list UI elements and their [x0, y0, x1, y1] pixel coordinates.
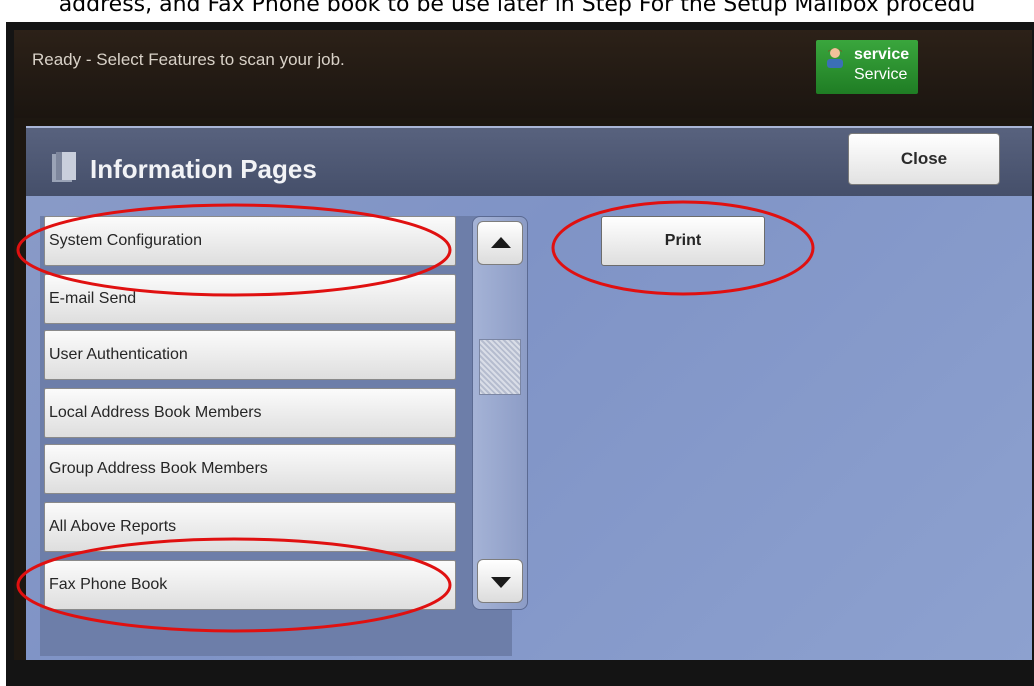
user-icon — [827, 48, 843, 68]
list-item-local-address-book[interactable]: Local Address Book Members — [44, 388, 456, 438]
page-title: Information Pages — [90, 154, 317, 184]
report-list: System Configuration E-mail Send User Au… — [40, 216, 528, 656]
list-item-fax-phone-book[interactable]: Fax Phone Book — [44, 560, 456, 610]
caption-text: address, and Fax Phone book to be use la… — [58, 0, 976, 17]
information-pages-panel: Information Pages Close System Configura… — [26, 126, 1032, 660]
touch-screen: Ready - Select Features to scan your job… — [14, 30, 1032, 660]
scroll-up-button[interactable] — [477, 221, 523, 265]
list-item-user-authentication[interactable]: User Authentication — [44, 330, 456, 380]
document-icon — [52, 152, 76, 182]
user-name: service — [854, 46, 910, 63]
arrow-up-icon — [491, 237, 511, 248]
status-message: Ready - Select Features to scan your job… — [32, 50, 345, 69]
scroll-down-button[interactable] — [477, 559, 523, 603]
list-item-email-send[interactable]: E-mail Send — [44, 274, 456, 324]
arrow-down-icon — [491, 577, 511, 588]
user-role: Service — [854, 66, 908, 83]
user-badge[interactable]: service Service — [816, 40, 918, 94]
print-button[interactable]: Print — [601, 216, 765, 266]
close-button[interactable]: Close — [848, 133, 1000, 185]
list-item-system-configuration[interactable]: System Configuration — [44, 216, 456, 266]
list-item-group-address-book[interactable]: Group Address Book Members — [44, 444, 456, 494]
panel-title-bar: Information Pages Close — [26, 128, 1032, 196]
status-bar: Ready - Select Features to scan your job… — [14, 30, 1032, 118]
scroll-thumb[interactable] — [479, 339, 521, 395]
list-item-all-above-reports[interactable]: All Above Reports — [44, 502, 456, 552]
list-scrollbar[interactable] — [472, 216, 528, 610]
